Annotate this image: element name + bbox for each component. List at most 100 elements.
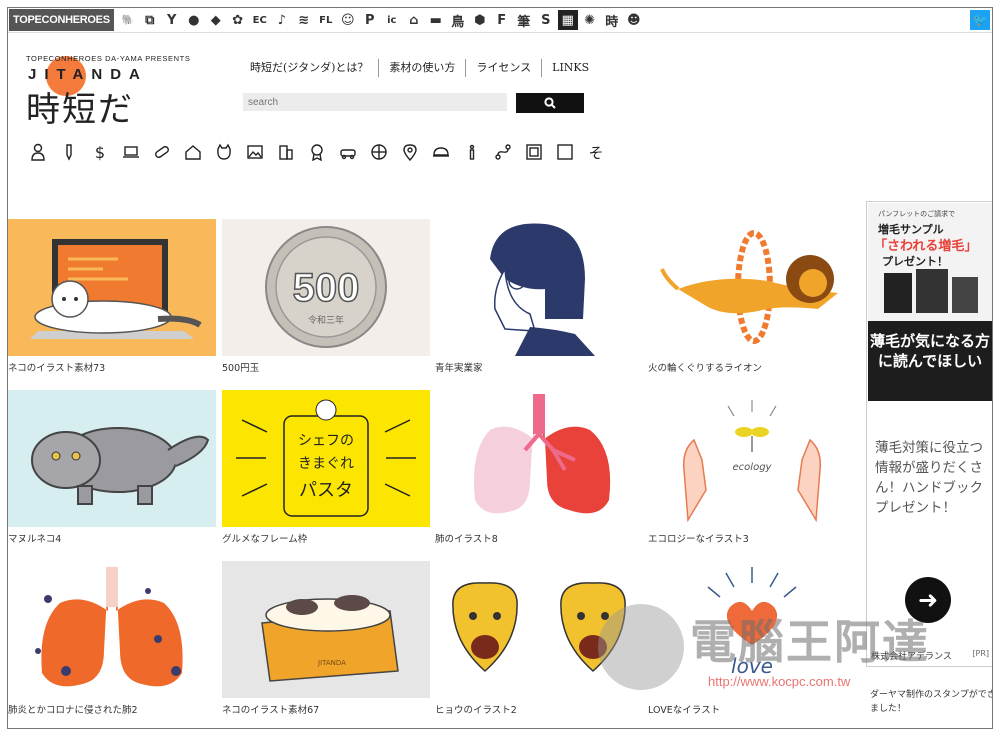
main-nav: 時短だ(ジタンダ)とは？ 素材の使い方 ライセンス LINKS [240, 59, 599, 77]
copy-icon[interactable]: ⧉ [140, 10, 160, 30]
line-icon[interactable]: ≋ [294, 10, 314, 30]
nav-license[interactable]: ライセンス [465, 59, 541, 77]
medal-icon[interactable] [301, 141, 332, 163]
frame-text-1: シェフの [298, 433, 354, 449]
food-icon[interactable] [425, 141, 456, 163]
cat-icon[interactable] [208, 141, 239, 163]
search-input[interactable] [243, 93, 507, 111]
card-caption[interactable]: 青年実業家 [435, 360, 483, 374]
pin-icon[interactable] [394, 141, 425, 163]
logo-kanji: 時短だ [26, 90, 134, 130]
svg-text:$: $ [94, 143, 104, 161]
house-icon[interactable]: ⌂ [404, 10, 424, 30]
flower-icon[interactable]: ✿ [228, 10, 248, 30]
frame-text-2: きまぐれ [298, 456, 354, 472]
pen-icon[interactable] [53, 141, 84, 163]
stamp-notice[interactable]: ダーヤマ制作のスタンプができました！ [870, 688, 992, 716]
dollar-icon[interactable]: $ [84, 141, 115, 163]
bird-icon[interactable]: 鳥 [448, 10, 468, 30]
ad-sponsor: 株式会社アデランス [871, 652, 952, 662]
p-icon[interactable]: P [360, 10, 380, 30]
top-bar: TOPECONHEROES 🐘 ⧉ Y ● ◆ ✿ EC ♪ ≋ FL ☺ Pic ⌂ ▬ 鳥 ⬢ F 筆 S ▦ ✺ 時… [8, 8, 992, 33]
ad-top-small: パンフレットのご請求で [878, 210, 956, 218]
person-icon[interactable] [22, 141, 53, 163]
card-caption[interactable]: 火の輪くぐりするライオン [648, 360, 762, 374]
pill-icon[interactable] [146, 141, 177, 163]
card-caption[interactable]: マヌルネコ4 [8, 531, 61, 545]
nav-usage[interactable]: 素材の使い方 [378, 59, 465, 77]
card-caption[interactable]: グルメなフレーム枠 [222, 531, 307, 545]
ad-book-2 [916, 269, 948, 313]
ball-icon[interactable] [363, 141, 394, 163]
ad-headline: 薄毛が気になる方に読んでほしい [868, 321, 992, 401]
thumb-businessman [435, 219, 643, 356]
brush-icon[interactable]: 筆 [514, 10, 534, 30]
thumb-manul [8, 390, 216, 527]
route-icon[interactable] [487, 141, 518, 163]
info-icon[interactable] [456, 141, 487, 163]
card-caption[interactable]: LOVEなイラスト [648, 702, 720, 716]
search-button[interactable] [516, 93, 584, 113]
brand-link[interactable]: TOPECONHEROES [9, 9, 114, 31]
card-caption[interactable]: 500円玉 [222, 360, 259, 374]
ad-book-3 [952, 277, 978, 313]
card-caption[interactable]: ヒョウのイラスト2 [435, 702, 517, 716]
thumb-cat-laptop [8, 219, 216, 356]
coin-text: 500 [293, 266, 360, 310]
card-caption[interactable]: 肺炎とかコロナに侵された肺2 [8, 702, 138, 716]
ad-body: 薄毛対策に役立つ情報が盛りだくさん！ハンドブックプレゼント！ [875, 440, 983, 516]
card-caption[interactable]: ネコのイラスト素材73 [8, 360, 105, 374]
thumb-covid-lungs [8, 561, 216, 698]
ad-pr: [PR] [972, 649, 989, 658]
icon-label[interactable]: ic [382, 10, 402, 30]
logo-name: JITANDA [28, 66, 148, 83]
nav-links[interactable]: LINKS [541, 59, 599, 77]
search-icon [544, 97, 556, 109]
building-icon[interactable] [270, 141, 301, 163]
burst-icon[interactable]: ✺ [580, 10, 600, 30]
sofa-icon[interactable]: ▬ [426, 10, 446, 30]
car-icon[interactable] [332, 141, 363, 163]
box-text: JITANDA [317, 659, 346, 667]
thumb-coin: 500 令和三年 [222, 219, 430, 356]
thumb-lion [648, 219, 856, 356]
elephant-icon[interactable]: 🐘 [118, 10, 138, 30]
time-icon[interactable]: 時 [602, 10, 622, 30]
card-caption[interactable]: エコロジーなイラスト3 [648, 531, 749, 545]
thumb-gourmet-frame: シェフの きまぐれ パスタ [222, 390, 430, 527]
ad-banner[interactable]: パンフレットのご請求で 増毛サンプル 「さわれる増毛」 プレゼント！ 薄毛が気に… [866, 201, 992, 667]
image-icon[interactable] [239, 141, 270, 163]
ad-image: パンフレットのご請求で 増毛サンプル 「さわれる増毛」 プレゼント！ [868, 203, 992, 321]
grid-icon[interactable]: ▦ [557, 10, 578, 30]
site-logo[interactable]: TOPECONHEROES DA-YAMA PRESENTS JITANDA 時… [24, 52, 194, 132]
card-caption[interactable]: 肺のイラスト8 [435, 531, 498, 545]
ad-top-red: 「さわれる増毛」 [874, 239, 978, 254]
flat-icon[interactable]: FL [316, 10, 336, 30]
thumb-ecology: ecology [648, 390, 856, 527]
square-icon[interactable] [549, 141, 580, 163]
sticker-icon[interactable]: ◆ [206, 10, 226, 30]
thumb-lungs [435, 390, 643, 527]
twitter-icon[interactable]: 🐦 [970, 10, 990, 30]
s-icon[interactable]: S [536, 10, 556, 30]
f-icon[interactable]: F [492, 10, 512, 30]
hexagon-icon[interactable]: ⬢ [470, 10, 490, 30]
nav-about[interactable]: 時短だ(ジタンダ)とは？ [240, 59, 378, 77]
face-icon[interactable]: ☻ [624, 10, 644, 30]
laptop-icon[interactable] [115, 141, 146, 163]
category-icons: $ そ [22, 141, 611, 163]
card-caption[interactable]: ネコのイラスト素材67 [222, 702, 319, 716]
note-icon[interactable]: ♪ [272, 10, 292, 30]
love-text: love [731, 654, 773, 678]
svg-text:そ: そ [588, 144, 603, 161]
browser-page: TOPECONHEROES 🐘 ⧉ Y ● ◆ ✿ EC ♪ ≋ FL ☺ Pic ⌂ ▬ 鳥 ⬢ F 筆 S ▦ ✺ 時… [7, 7, 993, 729]
ad-book-1 [884, 273, 912, 313]
frame-icon[interactable] [518, 141, 549, 163]
figure-icon[interactable]: Y [162, 10, 182, 30]
speech-icon[interactable]: ● [184, 10, 204, 30]
house-icon[interactable] [177, 141, 208, 163]
so-icon[interactable]: そ [580, 141, 611, 163]
smile-icon[interactable]: ☺ [338, 10, 358, 30]
arrow-right-icon[interactable]: ➜ [905, 577, 951, 623]
ec-label[interactable]: EC [250, 10, 270, 30]
